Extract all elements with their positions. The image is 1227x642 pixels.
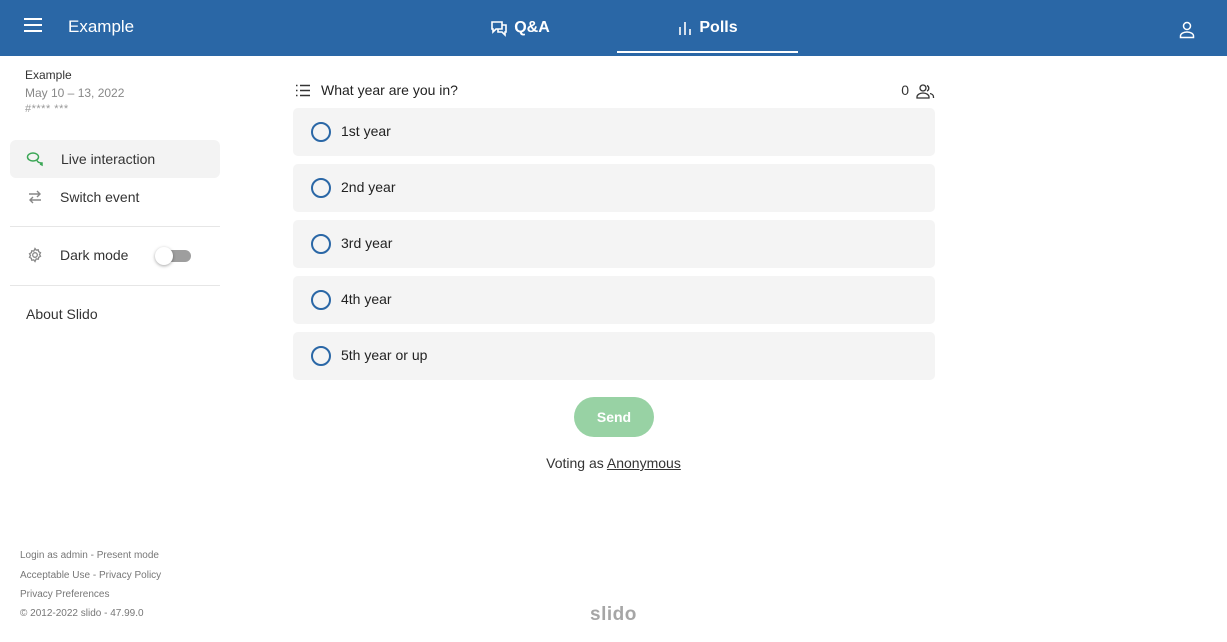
radio-button[interactable] [311, 234, 331, 254]
poll-option-label: 5th year or up [341, 347, 428, 363]
footer-policy-row: Acceptable Use - Privacy Policy [20, 570, 162, 581]
voting-as-text: Voting as Anonymous [546, 455, 681, 471]
send-button[interactable]: Send [574, 397, 654, 437]
poll-option[interactable]: 5th year or up [293, 332, 935, 380]
tab-qa-label: Q&A [514, 19, 550, 36]
sidebar: Example May 10 – 13, 2022 #**** *** Live… [0, 56, 230, 642]
chat-bubbles-icon [26, 152, 43, 167]
sidebar-item-label: Switch event [60, 189, 140, 205]
bar-chart-icon [679, 22, 692, 35]
sidebar-event-code: #**** *** [25, 103, 69, 115]
divider [10, 285, 220, 286]
participants-icon [916, 84, 935, 99]
poll-option[interactable]: 4th year [293, 276, 935, 324]
poll-option-label: 2nd year [341, 179, 396, 195]
sidebar-item-dark-mode: Dark mode [10, 236, 220, 274]
slido-logo: slido [590, 604, 637, 625]
active-tab-indicator [617, 51, 798, 53]
sidebar-item-switch-event[interactable]: Switch event [10, 178, 220, 216]
present-mode-link[interactable]: Present mode [97, 550, 159, 561]
sidebar-event-name: Example [25, 68, 72, 82]
poll-option-label: 3rd year [341, 235, 393, 251]
dark-mode-toggle[interactable] [155, 247, 193, 265]
about-slido-link[interactable]: About Slido [26, 306, 98, 322]
top-bar: Example Q&A Polls [0, 0, 1227, 56]
poll-header: What year are you in? 0 [293, 80, 935, 102]
footer-admin-row: Login as admin - Present mode [20, 550, 159, 561]
divider [10, 226, 220, 227]
chat-bubbles-icon [491, 21, 508, 37]
tab-qa[interactable]: Q&A [440, 0, 600, 56]
gear-icon [28, 247, 42, 263]
radio-button[interactable] [311, 290, 331, 310]
participant-count: 0 [901, 82, 909, 98]
dark-mode-label: Dark mode [60, 247, 129, 263]
acceptable-use-link[interactable]: Acceptable Use [20, 570, 90, 581]
privacy-preferences-link[interactable]: Privacy Preferences [20, 589, 109, 600]
event-title: Example [68, 17, 135, 36]
poll-option[interactable]: 3rd year [293, 220, 935, 268]
hamburger-menu-icon[interactable] [24, 18, 44, 38]
privacy-policy-link[interactable]: Privacy Policy [99, 570, 161, 581]
sidebar-event-dates: May 10 – 13, 2022 [25, 86, 125, 100]
poll-option-label: 1st year [341, 123, 391, 139]
radio-button[interactable] [311, 178, 331, 198]
tab-polls[interactable]: Polls [617, 0, 798, 56]
copyright: © 2012-2022 slido - 47.99.0 [20, 608, 144, 619]
footer-prefs-row: Privacy Preferences [20, 589, 109, 600]
tab-polls-label: Polls [699, 19, 738, 36]
sidebar-item-live-interaction[interactable]: Live interaction [10, 140, 220, 178]
poll-option-label: 4th year [341, 291, 392, 307]
anonymous-link[interactable]: Anonymous [607, 455, 681, 471]
sidebar-item-label: Live interaction [61, 151, 156, 167]
user-profile-icon[interactable] [1176, 18, 1198, 40]
radio-button[interactable] [311, 122, 331, 142]
poll-option[interactable]: 1st year [293, 108, 935, 156]
poll-question: What year are you in? [321, 82, 458, 98]
switch-arrows-icon [29, 190, 41, 204]
login-admin-link[interactable]: Login as admin [20, 550, 88, 561]
list-icon [296, 84, 310, 97]
poll-option[interactable]: 2nd year [293, 164, 935, 212]
radio-button[interactable] [311, 346, 331, 366]
